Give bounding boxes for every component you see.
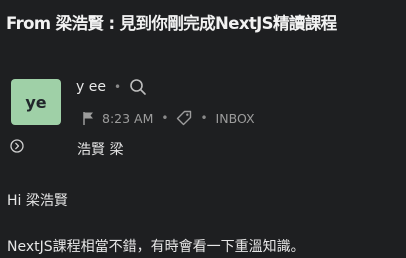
tag-icon[interactable] [176,110,192,126]
recipient-name[interactable]: 浩賢 梁 [77,139,123,159]
separator-dot: • [161,111,169,125]
avatar[interactable]: ye [11,79,61,125]
avatar-initials: ye [25,92,47,112]
flag-icon[interactable] [82,111,96,126]
chevron-right-circle-icon[interactable] [10,139,24,153]
folder-label[interactable]: INBOX [216,111,255,126]
search-icon[interactable] [129,78,147,96]
email-body-text: NextJS課程相當不錯，有時會看一下重溫知識。 [7,239,305,255]
sender-row: y ee • [76,78,147,96]
email-subject: From 梁浩賢 : 見到你剛完成NextJS精讀課程 [6,14,337,33]
separator-dot: • [200,111,208,125]
email-meta-row: 8:23 AM • • INBOX [82,110,255,126]
sender-name[interactable]: y ee [76,79,106,95]
email-greeting: Hi 梁浩賢 [7,193,68,209]
separator-dot: • [113,80,122,94]
email-time: 8:23 AM [102,110,154,126]
